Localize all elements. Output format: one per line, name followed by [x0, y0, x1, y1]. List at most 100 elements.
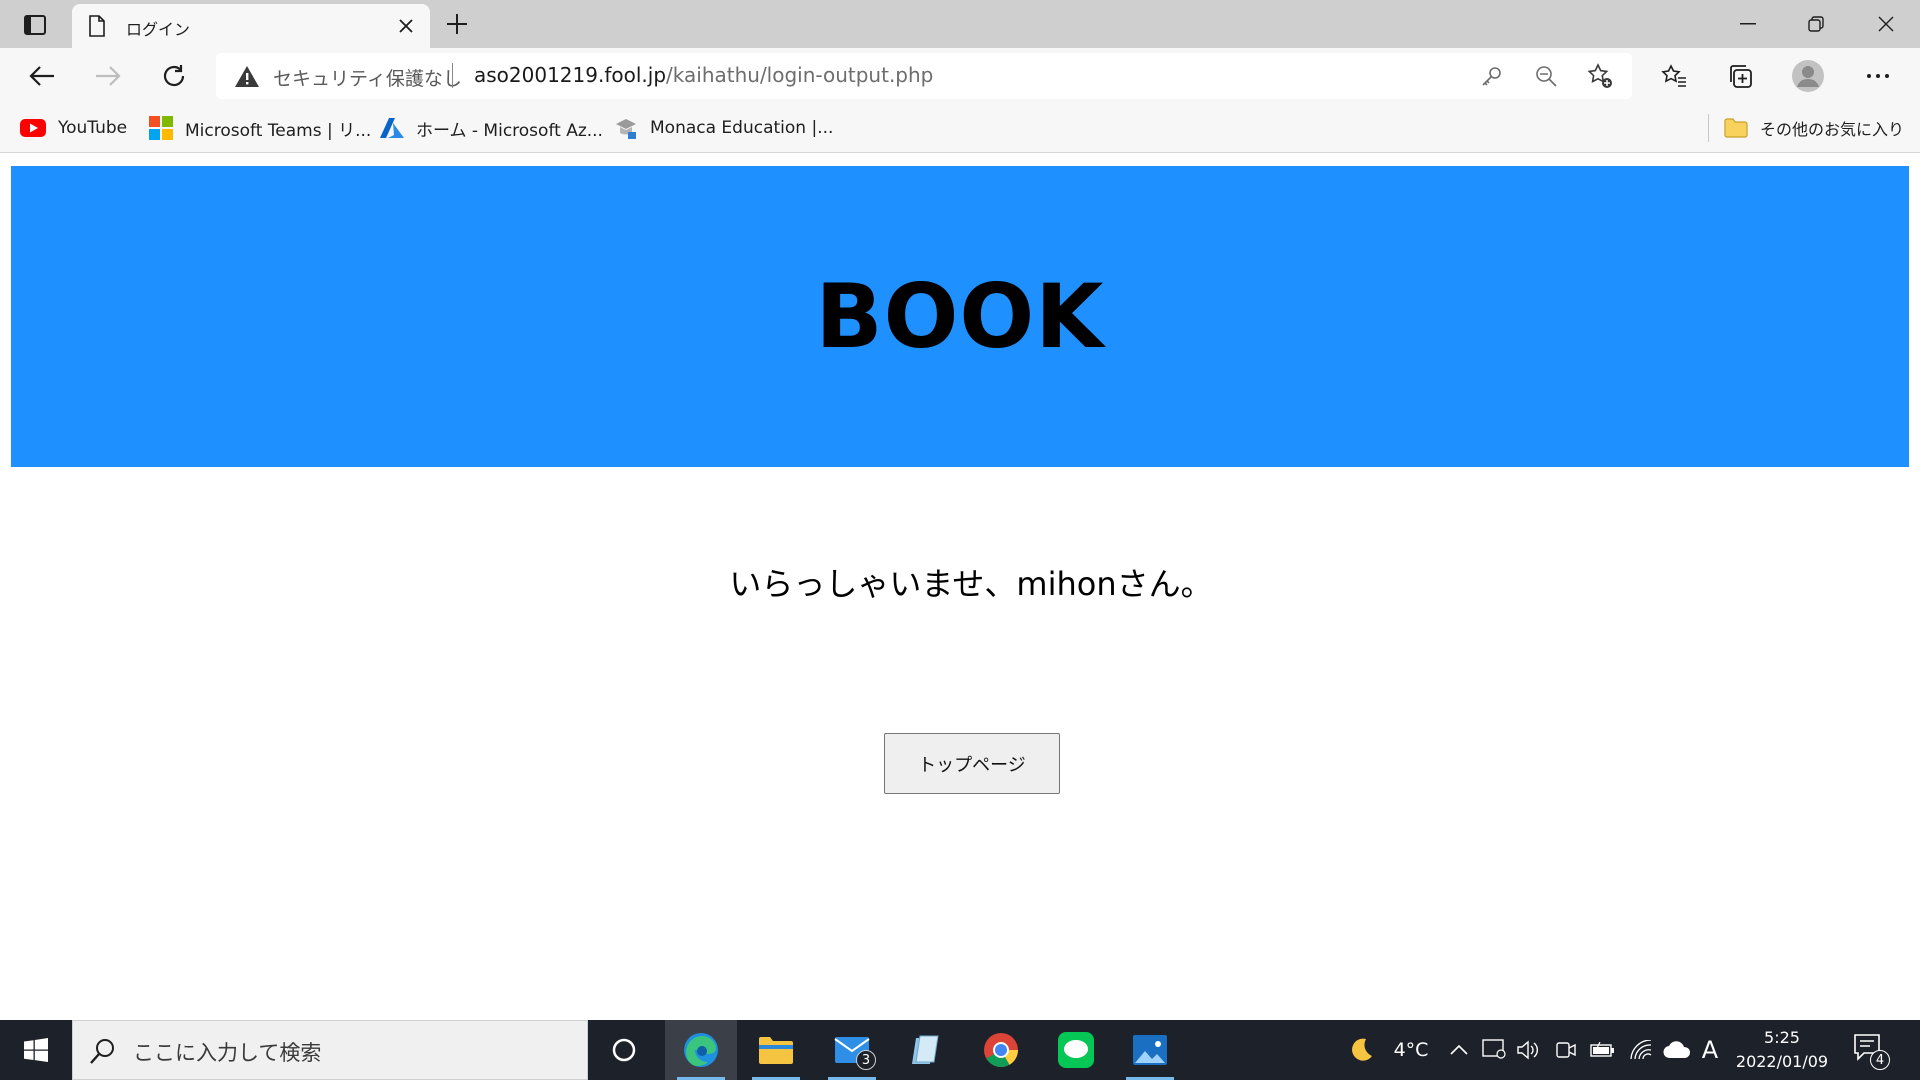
- moon-icon: [1352, 1038, 1372, 1061]
- collections-button[interactable]: [1722, 58, 1758, 94]
- favorites-separator: [1708, 114, 1709, 142]
- windows-taskbar: ここに入力して検索 3 4°C A 5:25 2022/01/09 4: [0, 1020, 1920, 1080]
- cloud-icon: [1663, 1041, 1691, 1059]
- camera-icon: [1556, 1042, 1576, 1058]
- cortana-circle-icon: [612, 1038, 636, 1062]
- photos-icon: [1133, 1035, 1167, 1065]
- edge-icon: [684, 1033, 718, 1067]
- settings-menu-button[interactable]: [1860, 58, 1896, 94]
- forward-button[interactable]: [90, 58, 126, 94]
- search-icon: [89, 1037, 117, 1069]
- favorite-label: Microsoft Teams | リ...: [185, 120, 372, 141]
- clock-time: 5:25: [1764, 1028, 1800, 1047]
- zoom-button[interactable]: [1532, 62, 1560, 90]
- taskbar-notepad-app[interactable]: [890, 1020, 962, 1080]
- show-hidden-icons-button[interactable]: [1444, 1020, 1474, 1080]
- youtube-icon: [20, 119, 46, 137]
- notepad-icon: [912, 1035, 939, 1064]
- url-path: /kaihathu/login-output.php: [666, 63, 934, 87]
- collections-icon: [1730, 65, 1752, 88]
- temperature-label[interactable]: 4°C: [1386, 1020, 1436, 1080]
- minimize-icon: [1740, 23, 1756, 25]
- meet-now-button[interactable]: [1552, 1020, 1580, 1080]
- other-favorites-folder[interactable]: その他のお気に入り: [1724, 114, 1904, 142]
- url-separator: [452, 63, 453, 88]
- weather-widget[interactable]: [1346, 1020, 1376, 1080]
- favorites-star-icon: [1661, 64, 1686, 87]
- url-host: aso2001219.fool.jp: [474, 63, 667, 87]
- header-banner: BOOK: [11, 166, 1909, 467]
- new-tab-button[interactable]: [443, 10, 471, 38]
- favorite-azure[interactable]: ホーム - Microsoft Az...: [380, 114, 603, 142]
- taskbar-chrome[interactable]: [965, 1020, 1037, 1080]
- tab-title: ログイン: [126, 20, 191, 39]
- page-icon: [88, 15, 106, 41]
- browser-tab[interactable]: ログイン: [72, 4, 430, 48]
- password-key-button[interactable]: [1478, 62, 1506, 90]
- refresh-icon: [163, 65, 185, 87]
- onedrive-indicator[interactable]: [1662, 1020, 1692, 1080]
- top-page-button[interactable]: トップページ: [884, 733, 1060, 794]
- favorite-label: YouTube: [58, 118, 128, 138]
- add-favorite-button[interactable]: [1586, 62, 1614, 90]
- back-button[interactable]: [24, 58, 60, 94]
- favorite-youtube[interactable]: YouTube: [20, 114, 127, 142]
- temperature-text: 4°C: [1393, 1039, 1429, 1061]
- address-bar[interactable]: セキュリティ保護なし aso2001219.fool.jp/kaihathu/l…: [216, 53, 1632, 99]
- battery-indicator[interactable]: [1588, 1020, 1618, 1080]
- taskbar-line[interactable]: [1040, 1020, 1112, 1080]
- close-window-button[interactable]: [1866, 8, 1906, 40]
- taskbar-mail[interactable]: 3: [816, 1020, 888, 1080]
- speaker-icon: [1517, 1040, 1538, 1060]
- search-placeholder: ここに入力して検索: [133, 1041, 322, 1065]
- taskbar-edge[interactable]: [665, 1020, 737, 1080]
- tab-actions-button[interactable]: [18, 12, 52, 38]
- folder-icon: [1724, 118, 1748, 138]
- wifi-icon: [1630, 1040, 1652, 1060]
- profile-button[interactable]: [1790, 58, 1826, 94]
- folder-icon: [759, 1037, 793, 1064]
- forward-arrow-icon: [96, 66, 121, 86]
- avatar-icon: [1792, 60, 1824, 92]
- welcome-message: いらっしゃいませ、mihonさん。: [729, 565, 1213, 603]
- restore-icon: [1808, 16, 1824, 32]
- restore-button[interactable]: [1796, 8, 1836, 40]
- tab-close-button[interactable]: [396, 16, 416, 36]
- battery-icon: [1590, 1042, 1614, 1057]
- taskbar-file-explorer[interactable]: [740, 1020, 812, 1080]
- volume-button[interactable]: [1514, 1020, 1542, 1080]
- chevron-up-icon: [1450, 1045, 1468, 1055]
- favorite-monaca[interactable]: Monaca Education |...: [614, 114, 833, 142]
- ime-indicator[interactable]: A: [1696, 1020, 1724, 1080]
- taskbar-photos[interactable]: [1114, 1020, 1186, 1080]
- taskbar-search-box[interactable]: ここに入力して検索: [72, 1020, 588, 1080]
- start-button[interactable]: [0, 1020, 72, 1080]
- plus-icon: [447, 14, 467, 34]
- url-text[interactable]: aso2001219.fool.jp/kaihathu/login-output…: [474, 63, 933, 87]
- ime-mode-text: A: [1701, 1036, 1719, 1064]
- close-icon: [1878, 16, 1894, 32]
- chrome-icon: [984, 1033, 1018, 1067]
- web-page: BOOK いらっしゃいませ、mihonさん。 トップページ: [0, 154, 1920, 1020]
- refresh-button[interactable]: [156, 58, 192, 94]
- browser-toolbar: セキュリティ保護なし aso2001219.fool.jp/kaihathu/l…: [0, 48, 1920, 104]
- security-label[interactable]: セキュリティ保護なし: [273, 64, 462, 91]
- close-icon: [399, 19, 413, 33]
- warning-icon[interactable]: [234, 65, 260, 92]
- tab-strip: ログイン: [0, 0, 1920, 48]
- banner-title: BOOK: [815, 265, 1105, 368]
- network-indicator[interactable]: [1626, 1020, 1656, 1080]
- favorites-button[interactable]: [1656, 58, 1692, 94]
- more-dots-icon: [1867, 74, 1889, 78]
- back-arrow-icon: [29, 66, 54, 86]
- favorite-microsoft-teams[interactable]: Microsoft Teams | リ...: [149, 114, 371, 142]
- tray-app-icon[interactable]: [1480, 1020, 1508, 1080]
- zoom-out-icon: [1536, 66, 1557, 87]
- minimize-button[interactable]: [1728, 8, 1768, 40]
- favorite-label: Monaca Education |...: [650, 118, 834, 138]
- taskbar-clock[interactable]: 5:25 2022/01/09: [1728, 1026, 1836, 1074]
- key-icon: [1482, 67, 1501, 86]
- windows-logo-icon: [24, 1038, 48, 1062]
- microsoft-icon: [149, 116, 173, 140]
- cortana-button[interactable]: [588, 1020, 660, 1080]
